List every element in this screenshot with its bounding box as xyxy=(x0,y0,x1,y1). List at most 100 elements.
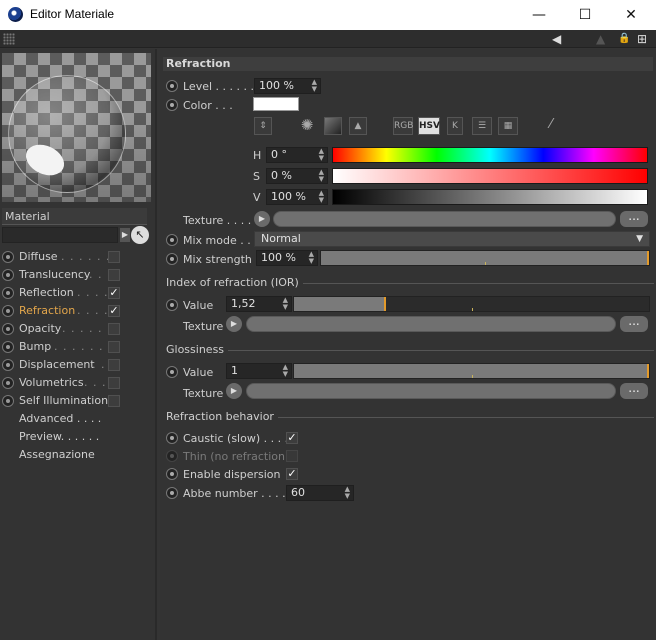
item-preview[interactable]: Preview. . . . . . xyxy=(2,428,152,446)
channel-opacity[interactable]: Opacity . . . . . . . xyxy=(2,320,152,338)
abbe-spinner-icon[interactable]: ▲ ▼ xyxy=(345,486,350,500)
brightness-slider[interactable] xyxy=(332,189,648,205)
slider-handle[interactable] xyxy=(384,297,387,311)
glossiness-texture-more-button[interactable]: ... xyxy=(620,382,648,399)
channel-radio[interactable] xyxy=(2,305,14,317)
level-radio[interactable] xyxy=(166,80,178,92)
swatches-icon[interactable]: ▦ xyxy=(498,117,518,135)
new-panel-icon[interactable]: ⊞ xyxy=(637,32,647,46)
rgb-mode-button[interactable]: RGB xyxy=(393,117,413,135)
mix-mode-dropdown[interactable]: Normal ▼ xyxy=(254,231,650,247)
spectrum-icon[interactable] xyxy=(324,117,342,135)
level-input[interactable]: 100 % ▲ ▼ xyxy=(254,78,321,94)
mix-strength-spinner-icon[interactable]: ▲ ▼ xyxy=(309,251,314,265)
channel-checkbox[interactable] xyxy=(108,251,120,263)
item-advanced[interactable]: Advanced . . . . xyxy=(2,410,152,428)
pick-cursor-icon[interactable]: ↖ xyxy=(131,226,149,244)
channel-radio[interactable] xyxy=(2,377,14,389)
glossiness-spinner-icon[interactable]: ▲ ▼ xyxy=(283,364,288,378)
glossiness-texture-slot[interactable] xyxy=(246,383,616,399)
slider-handle[interactable] xyxy=(647,364,649,378)
slider-handle[interactable] xyxy=(647,251,649,265)
channel-radio[interactable] xyxy=(2,395,14,407)
color-radio[interactable] xyxy=(166,99,178,111)
panel-grip-icon[interactable] xyxy=(3,33,15,45)
channel-checkbox[interactable]: ✓ xyxy=(108,305,120,317)
channel-volumetrics[interactable]: Volumetrics . . . . xyxy=(2,374,152,392)
material-arrow-button[interactable]: ▶ xyxy=(120,228,130,242)
lock-icon[interactable]: 🔒 xyxy=(618,32,630,46)
abbe-radio[interactable] xyxy=(166,487,178,499)
ior-input[interactable]: 1,52 ▲ ▼ xyxy=(226,296,292,312)
level-spinner-icon[interactable]: ▲ ▼ xyxy=(312,79,317,93)
channel-checkbox[interactable] xyxy=(108,341,120,353)
channel-radio[interactable] xyxy=(2,323,14,335)
close-button[interactable]: ✕ xyxy=(608,0,654,30)
arrow-left-icon[interactable]: ◀ xyxy=(552,32,561,46)
texture-arrow-icon[interactable]: ▶ xyxy=(254,211,270,227)
mix-mode-radio[interactable] xyxy=(166,234,178,246)
hue-input[interactable]: 0 ° ▲ ▼ xyxy=(266,147,328,163)
mix-strength-slider[interactable] xyxy=(320,250,650,266)
color-swatch[interactable] xyxy=(253,97,299,111)
ior-texture-slot[interactable] xyxy=(246,316,616,332)
channel-radio[interactable] xyxy=(2,251,14,263)
channel-checkbox[interactable] xyxy=(108,395,120,407)
saturation-spinner-icon[interactable]: ▲ ▼ xyxy=(319,169,324,183)
channel-displacement[interactable]: Displacement . . . xyxy=(2,356,152,374)
channel-radio[interactable] xyxy=(2,269,14,281)
eyedropper-icon[interactable]: ⁄ xyxy=(542,117,560,135)
k-mode-button[interactable]: K xyxy=(447,117,463,135)
expand-icon[interactable]: ⇕ xyxy=(254,117,272,135)
channel-checkbox[interactable] xyxy=(108,323,120,335)
glossiness-slider[interactable] xyxy=(293,363,650,379)
minimize-button[interactable]: — xyxy=(516,0,562,30)
ior-texture-more-button[interactable]: ... xyxy=(620,315,648,332)
caustic-radio[interactable] xyxy=(166,432,178,444)
channel-radio[interactable] xyxy=(2,359,14,371)
caustic-checkbox[interactable]: ✓ xyxy=(286,432,298,444)
material-preview[interactable] xyxy=(2,53,151,202)
channel-self-illumination[interactable]: Self Illumination xyxy=(2,392,152,410)
channel-reflection[interactable]: Reflection . . . . ✓ xyxy=(2,284,152,302)
channel-checkbox[interactable]: ✓ xyxy=(108,287,120,299)
channel-checkbox[interactable] xyxy=(108,269,120,281)
brightness-spinner-icon[interactable]: ▲ ▼ xyxy=(319,190,324,204)
channel-translucency[interactable]: Translucency . . . xyxy=(2,266,152,284)
texture-slot[interactable] xyxy=(273,211,616,227)
material-name-field[interactable] xyxy=(2,227,118,243)
channel-refraction[interactable]: Refraction . . . . ✓ xyxy=(2,302,152,320)
saturation-input[interactable]: 0 % ▲ ▼ xyxy=(266,168,328,184)
ior-radio[interactable] xyxy=(166,299,178,311)
arrow-up-icon[interactable]: ▲ xyxy=(596,32,605,46)
channel-checkbox[interactable] xyxy=(108,359,120,371)
saturation-slider[interactable] xyxy=(332,168,648,184)
mix-strength-input[interactable]: 100 % ▲ ▼ xyxy=(256,250,318,266)
glossiness-texture-arrow-icon[interactable]: ▶ xyxy=(226,383,242,399)
channel-checkbox[interactable] xyxy=(108,377,120,389)
brightness-input[interactable]: 100 % ▲ ▼ xyxy=(266,189,328,205)
ior-texture-arrow-icon[interactable]: ▶ xyxy=(226,316,242,332)
material-header[interactable]: Material xyxy=(2,208,147,225)
color-wheel-icon[interactable]: ✺ xyxy=(298,117,316,135)
abbe-input[interactable]: 60 ▲ ▼ xyxy=(286,485,354,501)
maximize-button[interactable]: ☐ xyxy=(562,0,608,30)
hsv-mode-button[interactable]: HSV xyxy=(418,117,440,135)
mixer-icon[interactable]: ☰ xyxy=(472,117,492,135)
channel-radio[interactable] xyxy=(2,341,14,353)
ior-slider[interactable] xyxy=(293,296,650,312)
hue-slider[interactable] xyxy=(332,147,648,163)
hue-spinner-icon[interactable]: ▲ ▼ xyxy=(319,148,324,162)
channel-bump[interactable]: Bump . . . . . . . . xyxy=(2,338,152,356)
item-assegnazione[interactable]: Assegnazione xyxy=(2,446,152,464)
dispersion-radio[interactable] xyxy=(166,468,178,480)
glossiness-input[interactable]: 1 ▲ ▼ xyxy=(226,363,292,379)
channel-diffuse[interactable]: Diffuse . . . . . . . xyxy=(2,248,152,266)
dispersion-checkbox[interactable]: ✓ xyxy=(286,468,298,480)
glossiness-radio[interactable] xyxy=(166,366,178,378)
texture-more-button[interactable]: ... xyxy=(620,210,648,227)
channel-radio[interactable] xyxy=(2,287,14,299)
ior-spinner-icon[interactable]: ▲ ▼ xyxy=(283,297,288,311)
mix-strength-radio[interactable] xyxy=(166,253,178,265)
image-icon[interactable]: ▲ xyxy=(349,117,367,135)
